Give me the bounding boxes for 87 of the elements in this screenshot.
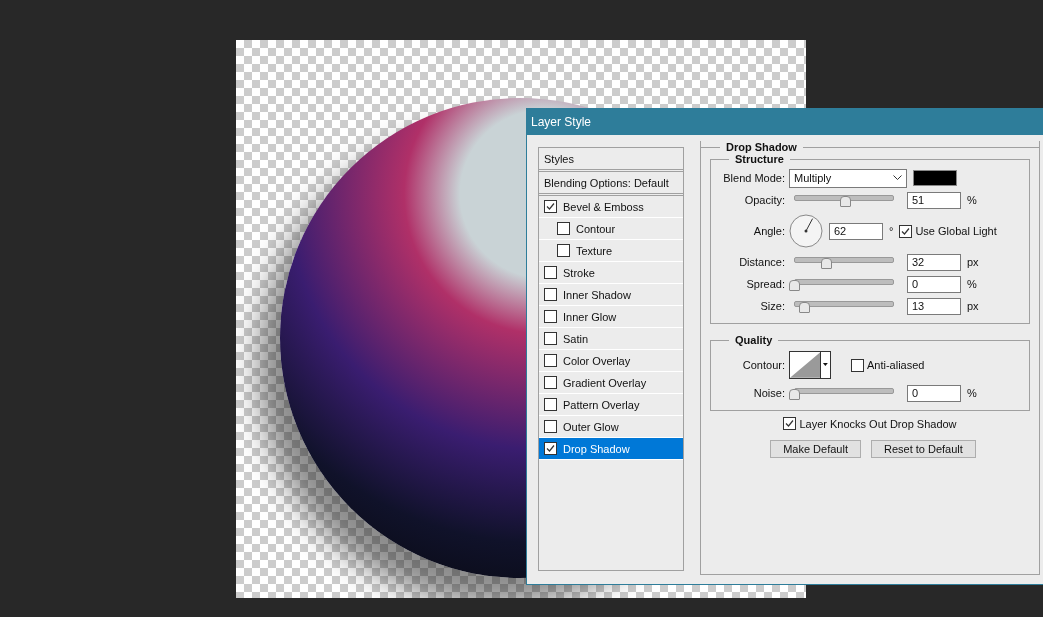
slider-thumb[interactable] — [821, 258, 832, 269]
style-list-item[interactable]: Gradient Overlay — [539, 372, 683, 394]
value-field[interactable]: 62 — [829, 222, 883, 240]
field-label: Opacity: — [743, 194, 785, 206]
contour-picker[interactable] — [789, 351, 831, 379]
color-swatch[interactable] — [913, 170, 957, 186]
checkbox[interactable] — [544, 288, 557, 301]
checkbox[interactable] — [544, 200, 557, 213]
value-field[interactable]: 13 — [907, 297, 961, 315]
field-label: Size: — [759, 300, 785, 312]
field-label: Contour: — [741, 359, 785, 371]
style-label: Drop Shadow — [563, 442, 630, 455]
value-field[interactable]: 32 — [907, 253, 961, 271]
field-label: Angle: — [752, 225, 785, 237]
unit-label: % — [967, 278, 977, 290]
style-list-item[interactable]: Bevel & Emboss — [539, 196, 683, 218]
group-title: Quality — [734, 334, 774, 346]
checkmark-icon — [785, 419, 795, 428]
style-label: Outer Glow — [563, 420, 619, 433]
unit-label: % — [967, 194, 977, 206]
checkbox[interactable] — [544, 266, 557, 279]
knockout-checkbox[interactable]: Layer Knocks Out Drop Shadow — [783, 417, 957, 430]
slider-thumb[interactable] — [789, 280, 800, 291]
checkbox[interactable] — [544, 310, 557, 323]
slider-thumb[interactable] — [789, 389, 800, 400]
style-label: Styles — [544, 152, 574, 165]
checkbox[interactable] — [557, 222, 570, 235]
checkbox[interactable] — [544, 442, 557, 455]
checkbox[interactable] — [544, 398, 557, 411]
style-list-item[interactable]: Drop Shadow — [539, 438, 683, 460]
unit-label: ° — [889, 225, 894, 237]
style-label: Texture — [576, 244, 613, 257]
checkbox[interactable] — [544, 332, 557, 345]
checkbox[interactable] — [783, 417, 797, 430]
unit-label: px — [967, 300, 979, 312]
caret-icon[interactable] — [820, 352, 830, 378]
checkbox[interactable] — [557, 244, 570, 257]
chevron-down-icon — [893, 175, 902, 181]
anti-aliased-checkbox[interactable]: Anti-aliased — [851, 358, 925, 372]
section-title: Drop Shadow — [725, 141, 798, 153]
style-list-item[interactable]: Texture — [539, 240, 683, 262]
group-title: Structure — [734, 153, 785, 165]
style-list-item[interactable]: Pattern Overlay — [539, 394, 683, 416]
checkmark-icon — [901, 226, 911, 236]
style-label: Bevel & Emboss — [563, 200, 644, 213]
style-label: Contour — [576, 222, 616, 235]
checkbox[interactable] — [544, 354, 557, 367]
angle-dial[interactable] — [789, 214, 823, 248]
field-label: Distance: — [738, 256, 785, 268]
style-list-item[interactable]: Satin — [539, 328, 683, 350]
style-list-item[interactable]: Color Overlay — [539, 350, 683, 372]
window-title: Layer Style — [527, 109, 1043, 135]
dialog-button[interactable]: Make Default — [770, 440, 861, 458]
style-label: Pattern Overlay — [563, 398, 640, 411]
field-label: Blend Mode: — [722, 172, 785, 184]
style-label: Stroke — [563, 266, 595, 279]
global-light-checkbox[interactable]: Use Global Light — [899, 224, 997, 238]
style-list-item[interactable]: Inner Glow — [539, 306, 683, 328]
style-label: Blending Options: Default — [544, 176, 669, 189]
contour-curve-icon — [790, 352, 821, 378]
slider-thumb[interactable] — [799, 302, 810, 313]
field-label: Noise: — [752, 387, 785, 399]
style-list-item[interactable]: Styles — [539, 148, 683, 172]
slider-thumb[interactable] — [840, 196, 851, 207]
checkmark-icon — [546, 444, 555, 453]
style-label: Inner Glow — [563, 310, 617, 323]
unit-label: % — [967, 387, 977, 399]
checkbox[interactable] — [544, 420, 557, 433]
value-field[interactable]: 51 — [907, 191, 961, 209]
value-field[interactable]: 0 — [907, 384, 961, 402]
style-label: Satin — [563, 332, 589, 345]
blend-mode-dropdown[interactable]: Multiply — [789, 168, 907, 188]
field-label: Spread: — [745, 278, 785, 290]
unit-label: px — [967, 256, 979, 268]
style-label: Gradient Overlay — [563, 376, 647, 389]
value-field[interactable]: 0 — [907, 275, 961, 293]
checkmark-icon — [546, 202, 555, 211]
dialog-button[interactable]: Reset to Default — [870, 440, 976, 458]
style-label: Color Overlay — [563, 354, 631, 367]
checkbox[interactable] — [899, 224, 913, 238]
style-label: Inner Shadow — [563, 288, 631, 301]
style-list-item[interactable]: Contour — [539, 218, 683, 240]
style-list-item[interactable]: Stroke — [539, 262, 683, 284]
checkbox[interactable] — [851, 358, 864, 372]
checkbox[interactable] — [544, 376, 557, 389]
style-list-item[interactable]: Blending Options: Default — [539, 172, 683, 196]
style-list-item[interactable]: Inner Shadow — [539, 284, 683, 306]
